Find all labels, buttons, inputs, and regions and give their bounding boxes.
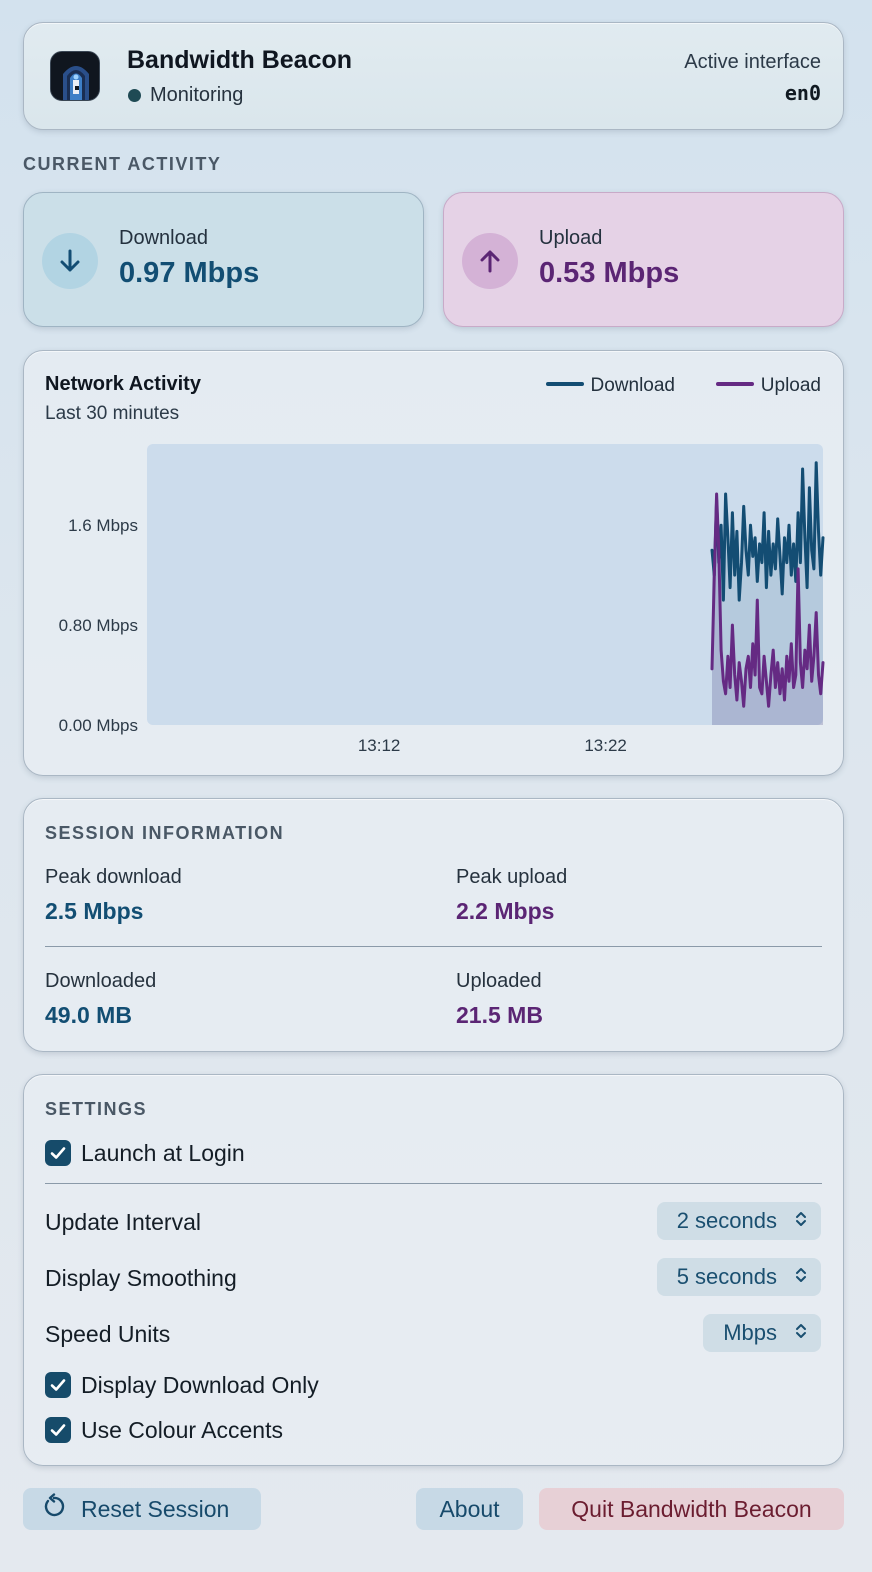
x-tick-label: 13:12: [358, 736, 401, 755]
reset-icon: [41, 1493, 81, 1525]
display-smoothing-select[interactable]: 5 seconds: [656, 1258, 821, 1296]
chevron-up-down-icon: [795, 1264, 807, 1290]
app-logo-icon: [50, 51, 100, 101]
peak-upload-label: Peak upload: [456, 866, 568, 888]
update-interval-label: Update Interval: [45, 1209, 201, 1235]
settings-divider: [45, 1183, 822, 1184]
upload-label: Upload: [539, 227, 603, 249]
session-information-card: SESSION INFORMATION Peak download 2.5 Mb…: [23, 798, 844, 1052]
upload-speed-card: Upload 0.53 Mbps: [443, 192, 844, 327]
chevron-up-down-icon: [795, 1320, 807, 1346]
arrow-up-icon: [462, 233, 518, 289]
session-caption: SESSION INFORMATION: [45, 823, 285, 843]
chevron-up-down-icon: [795, 1208, 807, 1234]
display-download-only-toggle[interactable]: Display Download Only: [45, 1371, 319, 1399]
downloaded-label: Downloaded: [45, 970, 157, 992]
reset-session-button[interactable]: Reset Session: [23, 1488, 261, 1530]
checkmark-icon[interactable]: [45, 1140, 71, 1166]
quit-button[interactable]: Quit Bandwidth Beacon: [539, 1488, 844, 1530]
checkmark-icon[interactable]: [45, 1417, 71, 1443]
download-speed-card: Download 0.97 Mbps: [23, 192, 424, 327]
use-colour-accents-label: Use Colour Accents: [81, 1416, 283, 1443]
arrow-down-icon: [42, 233, 98, 289]
launch-at-login-toggle[interactable]: Launch at Login: [45, 1139, 245, 1167]
network-activity-card: Network Activity Last 30 minutes Downloa…: [23, 350, 844, 776]
settings-caption: SETTINGS: [45, 1099, 148, 1119]
downloaded-value: 49.0 MB: [45, 1002, 132, 1028]
y-tick-label: 1.6 Mbps: [68, 516, 138, 535]
peak-download-label: Peak download: [45, 866, 182, 888]
download-label: Download: [119, 227, 208, 249]
active-interface-value: en0: [784, 81, 821, 105]
upload-value: 0.53 Mbps: [539, 257, 680, 289]
peak-upload-value: 2.2 Mbps: [456, 898, 555, 924]
update-interval-value: 2 seconds: [676, 1208, 777, 1233]
uploaded-value: 21.5 MB: [456, 1002, 543, 1028]
settings-card: SETTINGS Launch at Login Update Interval…: [23, 1074, 844, 1466]
app-title: Bandwidth Beacon: [127, 46, 353, 74]
peak-download-value: 2.5 Mbps: [45, 898, 144, 924]
network-activity-chart: 0.00 Mbps 0.80 Mbps 1.6 Mbps 13:12 13:22: [59, 444, 825, 755]
status-indicator: [128, 89, 141, 102]
active-interface-label: Active interface: [684, 51, 821, 73]
reset-session-label: Reset Session: [81, 1495, 230, 1522]
speed-units-select[interactable]: Mbps: [703, 1314, 821, 1352]
use-colour-accents-toggle[interactable]: Use Colour Accents: [45, 1416, 283, 1444]
display-smoothing-value: 5 seconds: [676, 1264, 777, 1289]
display-download-only-label: Display Download Only: [81, 1371, 319, 1398]
checkmark-icon[interactable]: [45, 1372, 71, 1398]
update-interval-select[interactable]: 2 seconds: [656, 1202, 821, 1240]
session-divider: [45, 946, 822, 947]
current-activity-caption: CURRENT ACTIVITY: [23, 154, 222, 174]
speed-units-label: Speed Units: [45, 1321, 171, 1347]
download-value: 0.97 Mbps: [119, 257, 260, 289]
y-tick-label: 0.00 Mbps: [59, 716, 138, 735]
display-smoothing-label: Display Smoothing: [45, 1265, 237, 1291]
x-tick-label: 13:22: [584, 736, 627, 755]
status-text: Monitoring: [150, 84, 244, 106]
y-tick-label: 0.80 Mbps: [59, 616, 138, 635]
uploaded-label: Uploaded: [456, 970, 542, 992]
about-button[interactable]: About: [416, 1488, 523, 1530]
launch-at-login-label: Launch at Login: [81, 1139, 245, 1166]
speed-units-value: Mbps: [723, 1320, 777, 1345]
header-card: Bandwidth Beacon Monitoring Active inter…: [23, 22, 844, 130]
